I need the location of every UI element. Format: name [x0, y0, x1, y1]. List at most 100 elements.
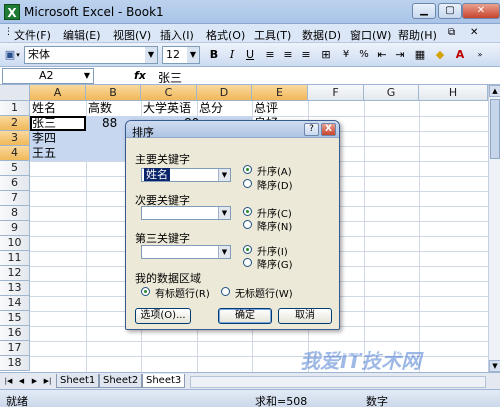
minimize-button[interactable]: ▁ [412, 3, 436, 19]
dialog-title-bar[interactable]: 排序 ? X [126, 121, 339, 139]
menu-tools[interactable]: 工具(T) [254, 27, 291, 43]
fill-color-icon[interactable]: ◆ [432, 47, 448, 63]
third-key-dropdown-icon[interactable]: ▼ [218, 246, 230, 258]
font-dropdown-icon[interactable]: ▼ [145, 47, 157, 63]
primary-key-select[interactable]: 姓名 ▼ [141, 168, 231, 182]
options-button[interactable]: 选项(O)... [135, 308, 191, 324]
column-header-c[interactable]: C [141, 85, 197, 101]
scroll-up-icon[interactable]: ▲ [489, 85, 500, 97]
third-asc-radio[interactable] [243, 245, 252, 254]
maximize-button[interactable]: ▢ [438, 3, 462, 19]
primary-desc-label[interactable]: 降序(D) [257, 177, 293, 192]
bold-button[interactable]: B [206, 47, 222, 63]
close-workbook-button[interactable]: ✕ [470, 27, 478, 38]
formula-input[interactable]: 张三 [158, 69, 182, 86]
row-header-18[interactable]: 18 [0, 356, 30, 371]
secondary-key-dropdown-icon[interactable]: ▼ [218, 207, 230, 219]
cell-b1[interactable]: 高数 [86, 101, 112, 116]
font-name-box[interactable]: 宋体 ▼ [24, 46, 158, 64]
borders-icon[interactable]: ▦ [412, 47, 428, 63]
row-header-14[interactable]: 14 [0, 296, 30, 311]
column-header-d[interactable]: D [197, 85, 252, 101]
row-header-4[interactable]: 4 [0, 146, 30, 161]
third-desc-label[interactable]: 降序(G) [257, 256, 293, 271]
font-size-dropdown-icon[interactable]: ▼ [187, 47, 199, 63]
cell-a3[interactable]: 李四 [30, 131, 56, 146]
cell-c1[interactable]: 大学英语 [141, 101, 191, 116]
row-header-12[interactable]: 12 [0, 266, 30, 281]
menu-help[interactable]: 帮助(H) [398, 27, 437, 43]
font-size-box[interactable]: 12 ▼ [162, 46, 200, 64]
merge-center-icon[interactable]: ⊞ [318, 47, 334, 63]
cell-a1[interactable]: 姓名 [30, 101, 56, 116]
vertical-scroll-thumb[interactable] [490, 99, 500, 159]
row-header-15[interactable]: 15 [0, 311, 30, 326]
no-header-radio[interactable] [221, 287, 230, 296]
column-header-e[interactable]: E [252, 85, 308, 101]
cell-e1[interactable]: 总评 [252, 101, 278, 116]
tab-sheet2[interactable]: Sheet2 [99, 374, 143, 388]
tab-sheet1[interactable]: Sheet1 [56, 374, 100, 388]
align-right-icon[interactable]: ≡ [298, 47, 314, 63]
column-header-a[interactable]: A [30, 85, 86, 101]
column-header-f[interactable]: F [308, 85, 364, 101]
third-desc-radio[interactable] [243, 258, 252, 267]
underline-button[interactable]: U [242, 47, 258, 63]
indent-decrease-icon[interactable]: ⇤ [374, 47, 390, 63]
row-header-5[interactable]: 5 [0, 161, 30, 176]
secondary-asc-radio[interactable] [243, 207, 252, 216]
row-header-8[interactable]: 8 [0, 206, 30, 221]
currency-icon[interactable]: ¥ [338, 47, 354, 63]
italic-button[interactable]: I [224, 47, 240, 63]
horizontal-scrollbar[interactable] [190, 376, 486, 388]
menu-insert[interactable]: 插入(I) [160, 27, 194, 43]
menu-format[interactable]: 格式(O) [206, 27, 245, 43]
indent-increase-icon[interactable]: ⇥ [392, 47, 408, 63]
row-header-6[interactable]: 6 [0, 176, 30, 191]
vertical-scrollbar[interactable]: ▲ ▼ [488, 85, 500, 372]
dialog-close-button[interactable]: X [321, 123, 336, 136]
cell-d1[interactable]: 总分 [197, 101, 223, 116]
insert-function-button[interactable]: fx [134, 69, 146, 82]
row-header-7[interactable]: 7 [0, 191, 30, 206]
ok-button[interactable]: 确定 [218, 308, 272, 324]
cell-a2[interactable]: 张三 [30, 116, 56, 131]
restore-button[interactable]: ⧉ [448, 27, 455, 38]
menu-window[interactable]: 窗口(W) [350, 27, 391, 43]
excel-app-icon[interactable]: X [4, 4, 20, 20]
scroll-down-icon[interactable]: ▼ [489, 360, 500, 372]
column-header-h[interactable]: H [419, 85, 488, 101]
tab-sheet3[interactable]: Sheet3 [142, 374, 186, 388]
column-header-g[interactable]: G [364, 85, 419, 101]
menu-data[interactable]: 数据(D) [302, 27, 341, 43]
no-header-label[interactable]: 无标题行(W) [235, 285, 293, 300]
primary-asc-label[interactable]: 升序(A) [257, 163, 292, 178]
row-header-11[interactable]: 11 [0, 251, 30, 266]
row-header-1[interactable]: 1 [0, 101, 30, 116]
secondary-desc-radio[interactable] [243, 220, 252, 229]
secondary-key-select[interactable]: ▼ [141, 206, 231, 220]
font-color-icon[interactable]: A [452, 47, 468, 63]
next-sheet-icon[interactable]: ▶ [29, 376, 40, 387]
row-header-16[interactable]: 16 [0, 326, 30, 341]
row-header-10[interactable]: 10 [0, 236, 30, 251]
close-window-button[interactable]: ✕ [462, 3, 500, 19]
has-header-radio[interactable] [141, 287, 150, 296]
align-left-icon[interactable]: ≡ [262, 47, 278, 63]
align-center-icon[interactable]: ≡ [280, 47, 296, 63]
column-header-b[interactable]: B [86, 85, 141, 101]
row-header-2[interactable]: 2 [0, 116, 30, 131]
select-all-corner[interactable] [0, 85, 30, 101]
last-sheet-icon[interactable]: ▶| [42, 376, 53, 387]
menu-view[interactable]: 视图(V) [113, 27, 151, 43]
cell-b2[interactable]: 88 [100, 116, 117, 131]
has-header-label[interactable]: 有标题行(R) [155, 285, 210, 300]
name-box-dropdown-icon[interactable]: ▼ [80, 68, 94, 84]
menu-file[interactable]: 文件(F) [14, 27, 51, 43]
secondary-desc-label[interactable]: 降序(N) [257, 218, 292, 233]
row-header-9[interactable]: 9 [0, 221, 30, 236]
primary-key-dropdown-icon[interactable]: ▼ [218, 169, 230, 181]
row-header-3[interactable]: 3 [0, 131, 30, 146]
row-header-17[interactable]: 17 [0, 341, 30, 356]
menu-edit[interactable]: 编辑(E) [63, 27, 101, 43]
